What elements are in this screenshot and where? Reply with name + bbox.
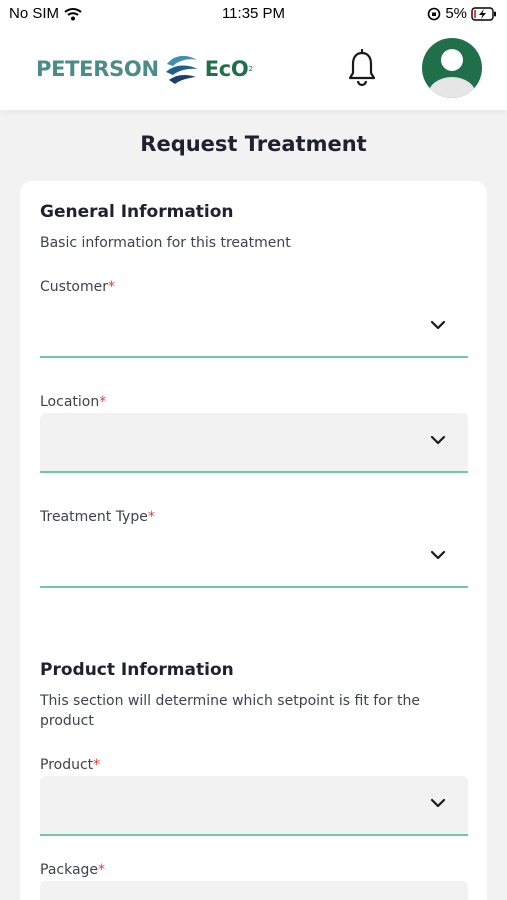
package-select[interactable] (40, 881, 468, 900)
product-select[interactable] (40, 776, 468, 836)
customer-label: Customer* (40, 279, 115, 295)
product-section-title: Product Information (40, 660, 234, 680)
battery-percent: 5% (445, 5, 467, 22)
general-section-title: General Information (40, 202, 234, 222)
chevron-down-icon (430, 798, 446, 808)
treatment-type-select[interactable] (40, 528, 468, 588)
logo-text-left: PETERSON (36, 57, 159, 81)
orientation-lock-icon (428, 7, 441, 20)
user-avatar-icon (428, 49, 476, 98)
location-label: Location* (40, 394, 106, 410)
chevron-down-icon (430, 435, 446, 445)
status-right-group: 5% (427, 5, 497, 22)
required-marker: * (147, 509, 155, 525)
logo-text-right: EcO (204, 57, 249, 81)
package-label-text: Package (40, 862, 99, 878)
brand-logo: PETERSON EcO 2 (36, 52, 253, 86)
general-section-description: Basic information for this treatment (40, 235, 291, 251)
page-title: Request Treatment (140, 132, 367, 156)
battery-charging-icon (471, 6, 496, 21)
user-avatar[interactable] (422, 38, 482, 98)
treatment-type-label-text: Treatment Type (40, 509, 148, 525)
location-label-text: Location (40, 394, 100, 410)
product-section-description: This section will determine which setpoi… (40, 693, 420, 729)
app-header: PETERSON EcO 2 (0, 28, 507, 110)
required-marker: * (108, 279, 116, 295)
package-label: Package* (40, 862, 105, 878)
status-bar: No SIM 11:35 PM 5% (0, 0, 507, 28)
product-label: Product* (40, 757, 100, 773)
customer-label-text: Customer (40, 279, 109, 295)
treatment-type-label: Treatment Type* (40, 509, 155, 525)
required-marker: * (93, 757, 101, 773)
chevron-down-icon (430, 320, 446, 330)
customer-select[interactable] (40, 298, 468, 358)
chevron-down-icon (430, 550, 446, 560)
location-select[interactable] (40, 413, 468, 473)
product-label-text: Product (40, 757, 94, 773)
logo-wave-icon (165, 55, 198, 84)
required-marker: * (98, 862, 106, 878)
notification-bell-icon[interactable] (346, 48, 378, 88)
logo-subscript: 2 (248, 65, 253, 73)
required-marker: * (99, 394, 107, 410)
